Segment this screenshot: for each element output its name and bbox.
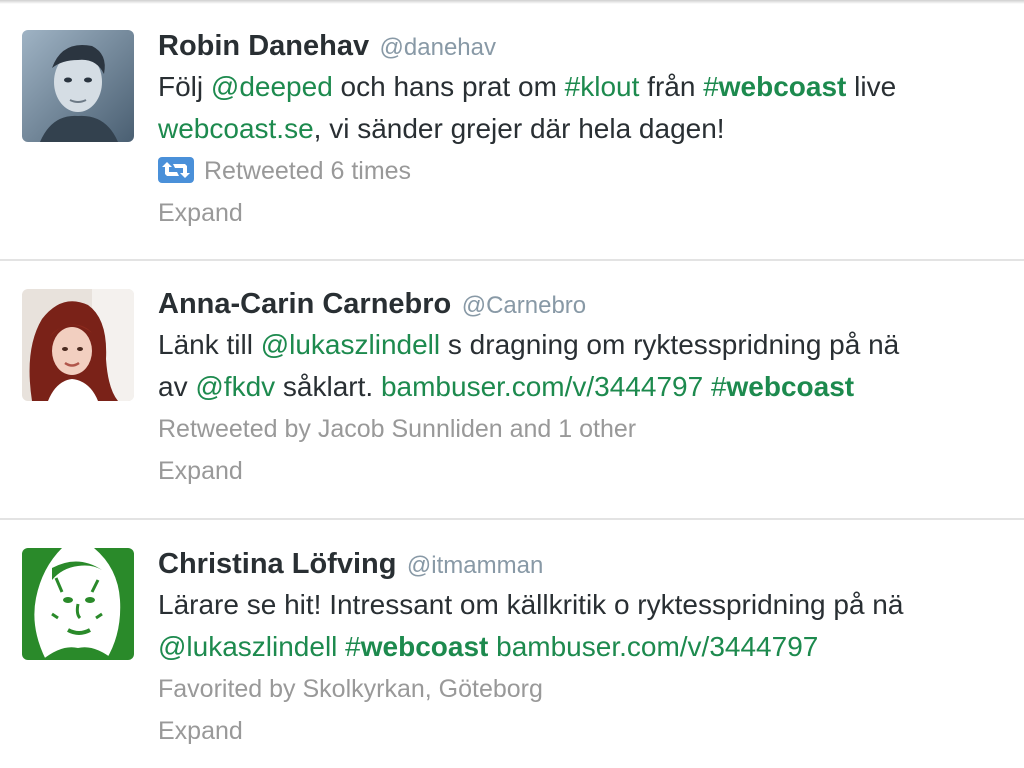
text-fragment: live [846,71,897,102]
username[interactable]: @itmamman [407,552,543,579]
text-fragment: s dragning om ryktesspridning på nä [440,329,900,360]
text-fragment [703,371,711,402]
fullname[interactable]: Christina Löfving [158,548,396,580]
text-fragment: såklart. [275,371,381,402]
retweet-count-text: Retweeted 6 times [204,157,412,185]
hashtag-symbol: # [703,71,719,102]
hashtag-link[interactable]: #webcoast [711,371,854,402]
text-fragment: och hans prat om [332,71,565,102]
text-fragment: Länk till [158,329,261,360]
tweet-text-line-1: Länk till @lukaszlindell s dragning om r… [158,324,1024,366]
hashtag-link[interactable]: #webcoast [345,631,488,662]
expand-link[interactable]: Expand [158,450,1024,492]
tweet-text-line-2: av @fkdv såklart. bambuser.com/v/3444797… [158,366,1024,408]
hashtag-word: webcoast [360,631,489,662]
text-fragment [337,631,345,662]
username[interactable]: @Carnebro [462,292,586,319]
tweet-meta[interactable]: Favorited by Skolkyrkan, Göteborg [158,668,1024,710]
hashtag-symbol: # [710,371,727,402]
text-fragment: från [639,71,704,102]
tweet-timeline: Robin Danehav @danehav Följ @deeped och … [0,0,1024,768]
tweet-item[interactable]: Christina Löfving @itmamman Lärare se hi… [0,520,1024,768]
avatar[interactable] [22,548,134,660]
avatar[interactable] [22,289,134,401]
tweet-item[interactable]: Anna-Carin Carnebro @Carnebro Länk till … [0,261,1024,520]
text-fragment: Följ [158,71,211,102]
avatar-robin-image [22,30,134,142]
hashtag-link[interactable]: #webcoast [703,71,846,102]
mention-link[interactable]: @fkdv [195,371,275,402]
tweet-text-line-1: Följ @deeped och hans prat om #klout frå… [158,66,1024,108]
tweet-content: Robin Danehav @danehav Följ @deeped och … [158,0,1024,234]
expand-link[interactable]: Expand [158,710,1024,752]
tweet-header: Robin Danehav @danehav [158,26,1024,66]
tweet-header: Christina Löfving @itmamman [158,544,1024,584]
tweet-text-line-2: webcoast.se, vi sänder grejer där hela d… [158,108,1024,150]
retweet-icon [158,157,194,183]
expand-link[interactable]: Expand [158,192,1024,234]
hashtag-word: webcoast [726,371,855,402]
url-link[interactable]: bambuser.com/v/3444797 [381,371,703,402]
retweeted-by-text: Retweeted by Jacob Sunnliden and 1 other [158,415,637,443]
tweet-content: Anna-Carin Carnebro @Carnebro Länk till … [158,261,1024,492]
text-fragment: av [158,371,196,402]
fullname[interactable]: Anna-Carin Carnebro [158,288,451,320]
tweet-text-line-1: Lärare se hit! Intressant om källkritik … [158,584,1024,626]
tweet-content: Christina Löfving @itmamman Lärare se hi… [158,520,1024,752]
favorited-by-text: Favorited by Skolkyrkan, Göteborg [158,675,543,703]
text-fragment [488,631,496,662]
tweet-meta[interactable]: Retweeted 6 times [158,150,1024,192]
tweet-text: Lärare se hit! Intressant om källkritik … [158,584,1024,668]
tweet-text: Länk till @lukaszlindell s dragning om r… [158,324,1024,408]
tweet-text: Följ @deeped och hans prat om #klout frå… [158,66,1024,150]
hashtag-symbol: # [345,631,361,662]
tweet-item[interactable]: Robin Danehav @danehav Följ @deeped och … [0,0,1024,261]
avatar-christina-image [22,548,134,660]
mention-link[interactable]: @lukaszlindell [261,329,440,360]
url-link[interactable]: bambuser.com/v/3444797 [496,631,818,662]
hashtag-word: webcoast [718,71,847,102]
tweet-text-line-2: @lukaszlindell #webcoast bambuser.com/v/… [158,626,1024,668]
mention-link[interactable]: @deeped [211,71,333,102]
text-fragment: Lärare se hit! Intressant om källkritik … [158,589,904,620]
fullname[interactable]: Robin Danehav [158,30,369,62]
avatar[interactable] [22,30,134,142]
text-fragment: , vi sänder grejer där hela dagen! [313,113,725,144]
hashtag-link[interactable]: #klout [565,71,640,102]
tweet-header: Anna-Carin Carnebro @Carnebro [158,284,1024,324]
username[interactable]: @danehav [380,34,496,61]
url-link[interactable]: webcoast.se [158,113,314,144]
mention-link[interactable]: @lukaszlindell [158,631,337,662]
avatar-anna-carin-image [22,289,134,401]
tweet-meta[interactable]: Retweeted by Jacob Sunnliden and 1 other [158,408,1024,450]
